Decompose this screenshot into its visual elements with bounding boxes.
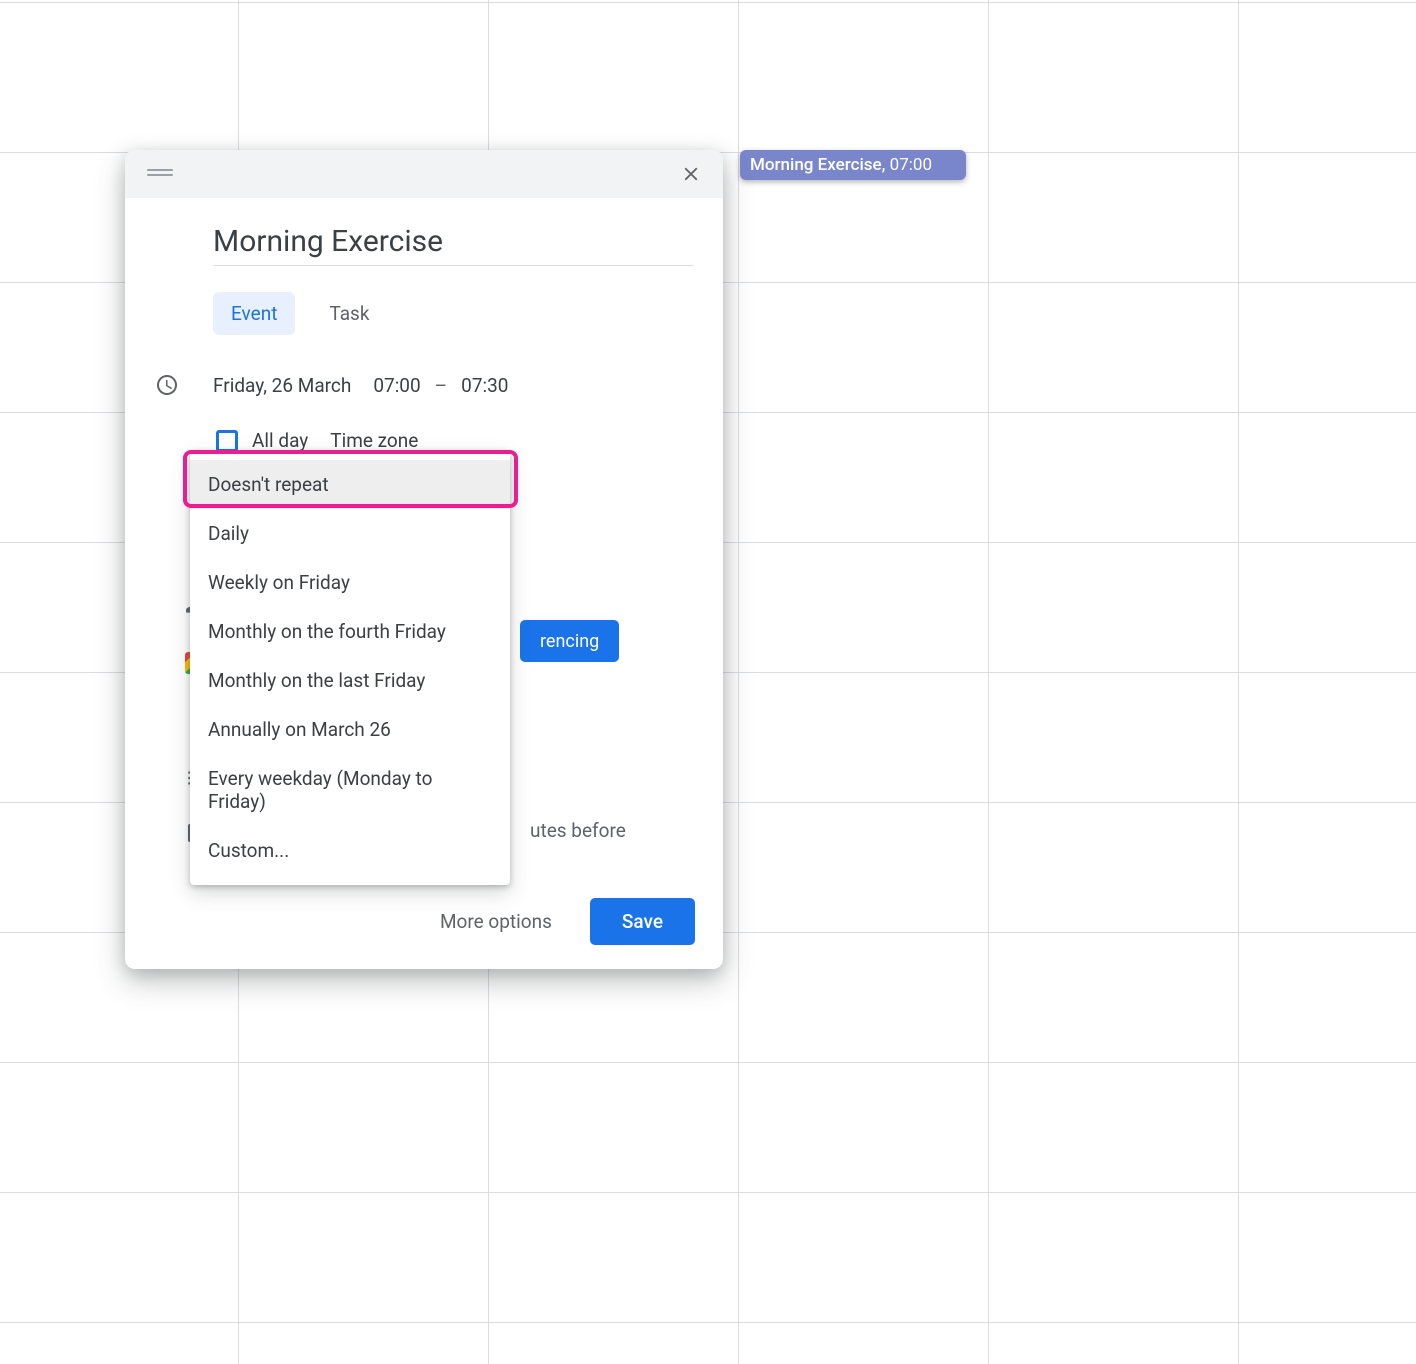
clock-icon bbox=[155, 373, 179, 397]
drag-handle-icon[interactable] bbox=[147, 169, 173, 179]
tab-task[interactable]: Task bbox=[311, 292, 387, 335]
recurrence-option-weekday[interactable]: Every weekday (Monday to Friday) bbox=[190, 754, 510, 826]
notification-text-fragment: utes before bbox=[530, 819, 626, 842]
more-options-button[interactable]: More options bbox=[426, 900, 566, 943]
time-dash: – bbox=[435, 374, 447, 397]
event-chip-time: 07:00 bbox=[890, 155, 932, 175]
tab-event[interactable]: Event bbox=[213, 292, 295, 335]
event-date[interactable]: Friday, 26 March bbox=[213, 374, 351, 397]
recurrence-option-doesnt-repeat[interactable]: Doesn't repeat bbox=[190, 460, 510, 509]
calendar-event-chip[interactable]: Morning Exercise, 07:00 bbox=[740, 150, 966, 180]
close-icon bbox=[680, 163, 702, 185]
recurrence-option-monthly-fourth[interactable]: Monthly on the fourth Friday bbox=[190, 607, 510, 656]
recurrence-option-annually[interactable]: Annually on March 26 bbox=[190, 705, 510, 754]
recurrence-option-weekly[interactable]: Weekly on Friday bbox=[190, 558, 510, 607]
recurrence-option-monthly-last[interactable]: Monthly on the last Friday bbox=[190, 656, 510, 705]
close-button[interactable] bbox=[673, 156, 709, 192]
event-create-modal: Event Task Friday, 26 March 07:00 – 07:3… bbox=[125, 150, 723, 969]
event-title-input[interactable] bbox=[213, 218, 693, 266]
add-conferencing-button[interactable]: rencing bbox=[520, 620, 619, 662]
save-button[interactable]: Save bbox=[590, 898, 695, 945]
event-chip-title: Morning Exercise, bbox=[750, 155, 885, 175]
all-day-label: All day bbox=[252, 429, 308, 452]
recurrence-option-custom[interactable]: Custom... bbox=[190, 826, 510, 875]
all-day-checkbox[interactable] bbox=[216, 430, 238, 452]
modal-header bbox=[125, 150, 723, 198]
timezone-link[interactable]: Time zone bbox=[330, 429, 418, 452]
recurrence-option-daily[interactable]: Daily bbox=[190, 509, 510, 558]
event-start-time[interactable]: 07:00 bbox=[373, 374, 420, 397]
recurrence-dropdown: Doesn't repeat Daily Weekly on Friday Mo… bbox=[190, 450, 510, 885]
event-end-time[interactable]: 07:30 bbox=[461, 374, 508, 397]
